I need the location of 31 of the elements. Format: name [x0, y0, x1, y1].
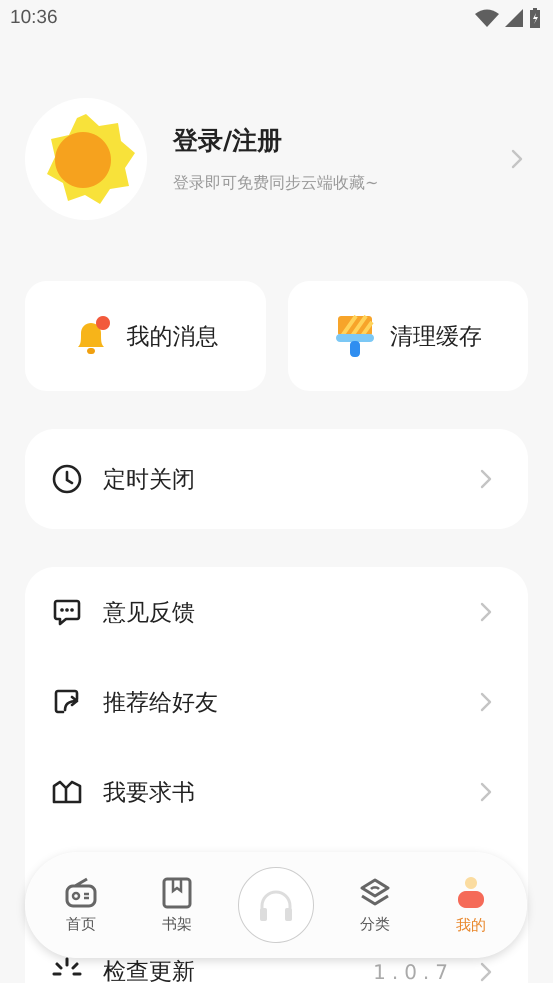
clear-cache-button[interactable]: 清理缓存 — [288, 281, 528, 391]
chevron-icon — [480, 962, 492, 982]
menu-label: 意见反馈 — [103, 598, 196, 628]
login-title[interactable]: 登录/注册 — [173, 124, 511, 157]
messages-button[interactable]: 我的消息 — [25, 281, 266, 391]
chevron-icon — [480, 602, 492, 622]
menu-label: 我要求书 — [103, 778, 196, 808]
chevron-icon — [480, 469, 492, 489]
login-subtitle: 登录即可免费同步云端收藏~ — [173, 173, 380, 194]
book-icon — [161, 876, 193, 908]
menu-label: 推荐给好友 — [103, 688, 219, 718]
chevron-icon — [480, 782, 492, 802]
chevron-icon — [511, 149, 523, 169]
chevron-icon — [480, 692, 492, 712]
brush-icon — [334, 314, 376, 358]
headphones-icon — [257, 888, 295, 922]
avatar[interactable] — [25, 98, 147, 220]
nav-tab[interactable]: 书架 — [142, 876, 212, 934]
person-icon — [457, 876, 485, 910]
menu-label: 定时关闭 — [103, 466, 196, 494]
version-text: 1.0.7 — [373, 960, 454, 983]
layers-icon — [359, 876, 391, 908]
wifi-icon — [475, 9, 499, 27]
battery-icon — [529, 8, 541, 28]
signal-icon — [505, 9, 523, 27]
menu-label: 检查更新 — [103, 960, 196, 983]
clock-icon — [51, 463, 83, 495]
nav-tab[interactable]: 首页 — [46, 876, 116, 934]
clock-time: 10:36 — [10, 7, 58, 29]
nav-tab[interactable]: 分类 — [340, 876, 410, 934]
radio-icon — [65, 876, 97, 908]
